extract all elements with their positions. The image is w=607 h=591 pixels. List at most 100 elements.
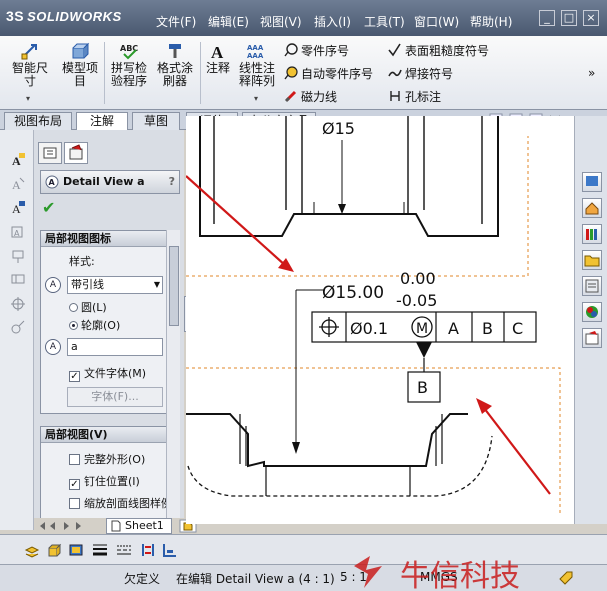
pin-position-check[interactable]: ✓	[69, 479, 80, 490]
radio-profile[interactable]: 轮廓(O)	[69, 317, 120, 333]
feature-control-frame[interactable]: Ø0.1 M A B C	[311, 311, 537, 343]
balloon-icon[interactable]: A	[10, 176, 26, 192]
linear-pattern-icon: AAAAAA	[247, 44, 264, 60]
custom-properties-icon[interactable]	[582, 328, 602, 348]
sheet-navigation-icons[interactable]	[36, 520, 100, 532]
gtol-icon[interactable]	[10, 272, 26, 288]
weld-icon[interactable]: A	[10, 224, 26, 240]
menu-insert[interactable]: 插入(I)	[314, 13, 351, 30]
maximize-button[interactable]: □	[561, 10, 577, 26]
linear-note-pattern-label: 线性注释阵列	[238, 61, 275, 88]
model-items-button[interactable]: 模型项目	[58, 42, 102, 88]
minimize-button[interactable]: _	[539, 10, 555, 26]
svg-text:A: A	[49, 178, 56, 187]
color-display-icon[interactable]	[68, 542, 84, 558]
view-palette-icon[interactable]	[582, 172, 602, 192]
linear-pattern-dropdown-icon[interactable]: ▾	[254, 94, 258, 103]
task-pane-tabs	[574, 116, 607, 524]
scale-hatch-checkbox[interactable]: 缩放剖面线图样例	[69, 495, 172, 511]
pin-position-checkbox[interactable]: ✓ 钉住位置(I)	[69, 473, 140, 490]
home-icon[interactable]	[582, 198, 602, 218]
scale-hatch-check[interactable]	[69, 498, 80, 509]
datum-icon[interactable]	[10, 248, 26, 264]
menu-help[interactable]: 帮助(H)	[470, 13, 512, 30]
red-arrow-annotation	[476, 398, 551, 495]
logo-mark: 3S	[6, 8, 25, 24]
help-icon[interactable]: ?	[169, 171, 175, 193]
surface-finish-icon[interactable]: A	[10, 200, 26, 216]
app-logo[interactable]: 3S SOLIDWORKS	[6, 8, 156, 30]
surface-finish-button[interactable]: 表面粗糙度符号	[388, 42, 489, 59]
radio-circle-input[interactable]	[69, 303, 78, 312]
auto-balloon-button[interactable]: 自动零件序号	[284, 65, 373, 82]
drawing-canvas[interactable]: Ø15 Ø15.00 0.00 -0.05 Ø0.1 M A B C B	[186, 116, 574, 524]
hole-callout-button[interactable]: 孔标注	[388, 88, 441, 105]
folder-icon[interactable]	[582, 250, 602, 270]
radio-profile-label: 轮廓(O)	[81, 319, 121, 332]
spell-checker-button[interactable]: ABC 拼写检验程序	[108, 42, 150, 88]
appearance-icon[interactable]	[582, 302, 602, 322]
line-weight-icon[interactable]	[92, 542, 108, 558]
document-font-checkbox[interactable]: ✓ 文件字体(M)	[69, 365, 146, 382]
dimension-main[interactable]: Ø15.00	[322, 283, 384, 303]
format-painter-button[interactable]: 格式涂刷器	[154, 42, 196, 88]
detail-circle-group-header[interactable]: 局部视图图标	[41, 231, 179, 247]
linear-note-pattern-button[interactable]: AAA AAA 线性注释阵列	[236, 42, 278, 88]
close-button[interactable]: ×	[583, 10, 599, 26]
center-mark-icon[interactable]	[10, 296, 26, 312]
design-library-icon[interactable]	[582, 276, 602, 296]
menu-view[interactable]: 视图(V)	[260, 13, 302, 30]
menu-tools[interactable]: 工具(T)	[364, 13, 405, 30]
balloon-label: 零件序号	[301, 44, 350, 58]
detail-view-icon: A	[45, 175, 59, 189]
note-icon[interactable]: A	[10, 152, 26, 168]
menu-window[interactable]: 窗口(W)	[414, 13, 459, 30]
fcf-datum-a: A	[448, 319, 459, 338]
label-input[interactable]: a	[67, 338, 163, 356]
property-manager-scrollbar[interactable]	[166, 230, 180, 520]
svg-text:A: A	[12, 178, 21, 192]
sheet-tab-sheet1[interactable]: Sheet1	[106, 518, 172, 534]
full-outline-checkbox[interactable]: 完整外形(O)	[69, 451, 145, 467]
balloon-button[interactable]: 零件序号	[284, 42, 349, 59]
line-style-icon[interactable]	[116, 542, 132, 558]
tab-sketch[interactable]: 草图	[132, 112, 180, 130]
hole-callout-icon[interactable]	[10, 320, 26, 336]
scrollbar-thumb[interactable]	[169, 246, 179, 326]
cube-icon[interactable]	[46, 542, 62, 558]
note-button[interactable]: A 注释	[204, 42, 232, 75]
window-controls: _ □ ×	[539, 10, 601, 28]
menu-edit[interactable]: 编辑(E)	[208, 13, 249, 30]
radio-circle[interactable]: 圆(L)	[69, 299, 107, 315]
weld-symbol-button[interactable]: 焊接符号	[388, 65, 453, 82]
style-select[interactable]: 带引线 ▼	[67, 276, 163, 294]
layer-icon[interactable]	[24, 542, 40, 558]
ok-check-icon[interactable]: ✔	[42, 198, 55, 217]
ribbon-separator	[104, 42, 105, 104]
font-button[interactable]: 字体(F)...	[67, 387, 163, 407]
full-outline-check[interactable]	[69, 454, 80, 465]
dimension-top[interactable]: Ø15	[322, 119, 355, 138]
tab-view-layout[interactable]: 视图布局	[4, 112, 72, 130]
tab-annotation[interactable]: 注解	[76, 112, 128, 131]
tolerance-lower: -0.05	[396, 291, 437, 310]
smart-dimension-dropdown-icon[interactable]: ▾	[26, 94, 30, 103]
style-label: 样式:	[69, 255, 95, 268]
library-icon[interactable]	[582, 224, 602, 244]
drawing-sheet: Ø15 Ø15.00 0.00 -0.05 Ø0.1 M A B C B	[186, 116, 561, 516]
logo-text: SOLIDWORKS	[27, 9, 122, 24]
document-font-check[interactable]: ✓	[69, 371, 80, 382]
align-icon[interactable]	[162, 542, 178, 558]
radio-profile-input[interactable]	[69, 321, 78, 330]
property-manager-tab[interactable]	[64, 142, 88, 164]
datum-feature-symbol[interactable]: B	[407, 342, 441, 403]
smart-dimension-button[interactable]: 智能尺寸	[8, 42, 52, 88]
parent-view-border	[186, 136, 529, 277]
menu-file[interactable]: 文件(F)	[156, 13, 196, 30]
ribbon-overflow-button[interactable]: »	[588, 66, 595, 80]
watermark-logo: 牛信科技	[354, 556, 520, 591]
hide-show-edges-icon[interactable]	[140, 542, 156, 558]
magnetic-line-button[interactable]: 磁力线	[284, 88, 337, 105]
feature-tree-tab[interactable]	[38, 142, 62, 164]
detail-view-group-header[interactable]: 局部视图(V)	[41, 427, 179, 443]
